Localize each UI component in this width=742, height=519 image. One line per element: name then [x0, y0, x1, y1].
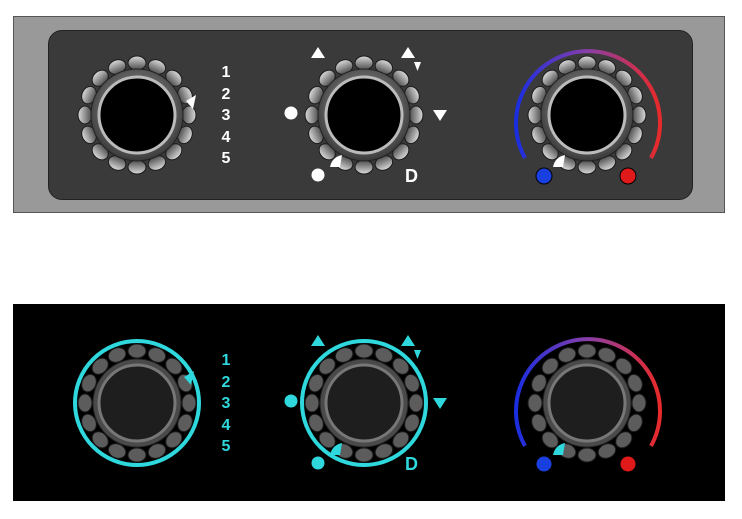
dot-icon	[284, 106, 298, 120]
fan-scale-day: 1 2 3 4 5	[218, 62, 234, 170]
dot-icon	[311, 456, 325, 470]
arrow-down-icon	[414, 62, 421, 71]
knob-fan-icon	[77, 55, 197, 175]
hot-dot-icon	[619, 167, 637, 185]
knob-rib	[127, 55, 147, 71]
temp-gradient-arc-night	[514, 337, 662, 473]
arrow-up-icon	[401, 335, 415, 346]
mode-symbols-night	[284, 335, 447, 470]
fan-level-3: 3	[221, 107, 231, 124]
fan-speed-knob-night[interactable]	[67, 333, 207, 473]
fan-speed-knob-day[interactable]	[67, 45, 207, 185]
arrow-up-icon	[311, 47, 325, 58]
fan-level-3: 3	[221, 395, 231, 412]
fan-level-2: 2	[221, 85, 231, 103]
dot-icon	[311, 168, 325, 182]
knob-rib	[77, 105, 93, 125]
knob-fan-icon	[73, 339, 201, 467]
arrow-down-icon	[433, 398, 447, 409]
arrow-down-icon	[414, 350, 421, 359]
knob-rib	[181, 393, 197, 413]
knob-rib	[127, 447, 147, 463]
knob-rib	[127, 343, 147, 359]
dot-icon	[284, 394, 298, 408]
fan-level-2: 2	[221, 373, 231, 391]
fan-level-4: 4	[221, 416, 231, 434]
arrow-down-icon	[433, 110, 447, 121]
defrost-label-day: D	[405, 166, 418, 186]
temp-gradient-arc-icon	[514, 49, 662, 159]
hot-dot-icon	[619, 455, 637, 473]
defrost-label-night: D	[405, 454, 418, 474]
fan-level-5: 5	[221, 438, 231, 455]
fan-scale-night: 1 2 3 4 5	[218, 350, 234, 458]
mode-symbols-day	[284, 47, 447, 182]
fan-level-1: 1	[221, 64, 231, 81]
arrow-up-icon	[401, 47, 415, 58]
fan-level-4: 4	[221, 128, 231, 146]
cold-dot-icon	[535, 167, 553, 185]
temp-gradient-arc-icon	[514, 337, 662, 447]
knob-rib	[77, 393, 93, 413]
temp-gradient-arc-day	[514, 49, 662, 185]
cold-dot-icon	[535, 455, 553, 473]
knob-rib	[181, 105, 197, 125]
fan-level-1: 1	[221, 352, 231, 369]
knob-rib	[127, 159, 147, 175]
arrow-up-icon	[311, 335, 325, 346]
fan-level-5: 5	[221, 150, 231, 167]
